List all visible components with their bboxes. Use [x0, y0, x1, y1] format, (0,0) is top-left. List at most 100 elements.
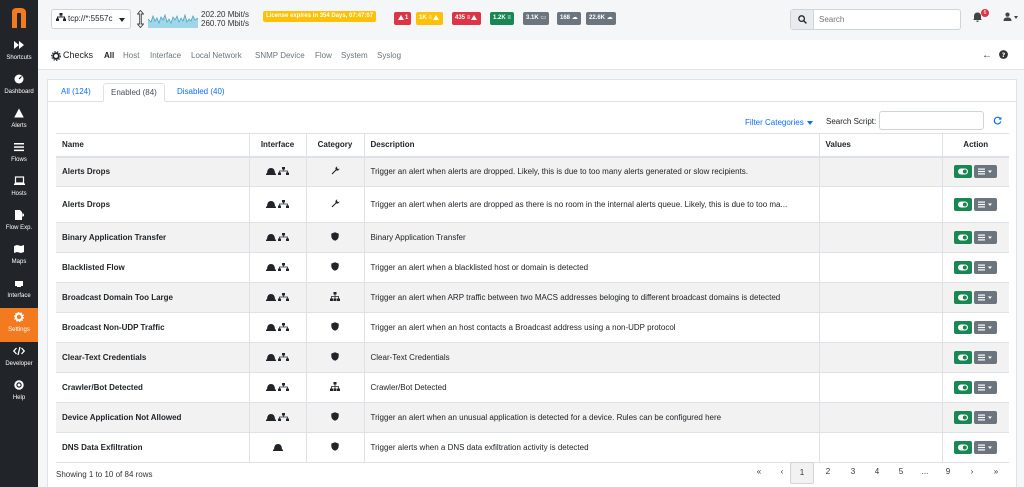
- check-description: Crawler/Bot Detected: [363, 372, 819, 403]
- check-name: Alerts Drops: [56, 156, 249, 187]
- action-menu-button[interactable]: [974, 231, 998, 244]
- pcap-interface-icon: [265, 323, 276, 333]
- flows-badge[interactable]: 1.2K ≡: [490, 12, 514, 25]
- sidebar-item-help[interactable]: Help: [0, 376, 38, 410]
- refresh-icon[interactable]: [993, 116, 1002, 127]
- traffic-rates: 202.20 Mbit/s 260.70 Mbit/s: [201, 10, 249, 28]
- filter-categories-dropdown[interactable]: Filter Categories: [745, 118, 813, 127]
- action-menu-button[interactable]: [974, 321, 998, 334]
- action-cell: [941, 156, 1009, 187]
- column-header-category[interactable]: Category: [305, 133, 364, 158]
- column-header-interface[interactable]: Interface: [248, 133, 306, 158]
- action-menu-button[interactable]: [974, 381, 998, 394]
- search-box: [790, 9, 961, 30]
- action-menu-button[interactable]: [974, 351, 998, 364]
- toggle-check-button[interactable]: [954, 441, 973, 454]
- shield-icon: [331, 322, 339, 333]
- sidebar-item-flow-exp[interactable]: Flow Exp.: [0, 206, 38, 240]
- tab-disabled[interactable]: Disabled (40): [170, 83, 232, 102]
- list-icon: [978, 444, 993, 451]
- nav-link-local-network[interactable]: Local Network: [191, 51, 242, 60]
- interface-cell: [248, 186, 306, 223]
- nav-link-snmp-device[interactable]: SNMP Device: [255, 51, 305, 60]
- sidebar-item-interface[interactable]: Interface: [0, 274, 38, 308]
- page-link[interactable]: 3: [842, 462, 864, 484]
- toggle-check-button[interactable]: [954, 321, 973, 334]
- sidebar-item-developer[interactable]: Developer: [0, 342, 38, 376]
- checks-card: All (124) Enabled (84) Disabled (40) Fil…: [47, 79, 1017, 487]
- hosts-badge[interactable]: 3.1K ▭: [523, 12, 550, 25]
- toggle-check-button[interactable]: [954, 291, 973, 304]
- column-header-description[interactable]: Description: [363, 133, 819, 158]
- action-menu-button[interactable]: [974, 198, 998, 211]
- alert-badge-error[interactable]: 435 ≡: [452, 12, 482, 25]
- check-values: [818, 312, 942, 343]
- page-link[interactable]: ‹: [772, 462, 792, 484]
- devices-badge[interactable]: 168 ☁: [557, 12, 581, 25]
- toggle-check-button[interactable]: [954, 261, 973, 274]
- search-button[interactable]: [791, 10, 814, 29]
- sidebar-item-settings[interactable]: Settings: [0, 308, 38, 342]
- network-icon: [56, 10, 66, 28]
- column-header-name[interactable]: Name: [56, 133, 249, 158]
- page-link[interactable]: 5: [890, 462, 912, 484]
- shield-icon: [331, 442, 339, 453]
- alert-badge-warning[interactable]: 1K ≡: [416, 12, 443, 25]
- page-link[interactable]: 4: [866, 462, 888, 484]
- nav-link-flow[interactable]: Flow: [315, 51, 332, 60]
- search-input[interactable]: [819, 13, 957, 26]
- warning-icon: [471, 14, 478, 20]
- search-script-input[interactable]: [879, 111, 984, 130]
- toggle-check-button[interactable]: [954, 231, 973, 244]
- nav-link-all[interactable]: All: [104, 51, 114, 60]
- action-menu-button[interactable]: [974, 441, 998, 454]
- alert-badge-engaged[interactable]: 1: [394, 12, 412, 25]
- traffic-badge[interactable]: 22.6K ☁: [586, 12, 616, 25]
- column-header-action[interactable]: Action: [941, 133, 1009, 158]
- chevron-down-icon: [806, 120, 813, 125]
- action-menu-button[interactable]: [974, 261, 998, 274]
- traffic-up: 202.20 Mbit/s: [201, 10, 250, 19]
- action-menu-button[interactable]: [974, 411, 998, 424]
- pcap-interface-icon: [265, 263, 276, 273]
- page-link[interactable]: 2: [817, 462, 839, 484]
- nav-link-system[interactable]: System: [341, 51, 368, 60]
- network-icon: [330, 382, 340, 393]
- sidebar-item-dashboard[interactable]: Dashboard: [0, 70, 38, 104]
- page-link[interactable]: »: [985, 462, 1007, 484]
- back-arrow-icon[interactable]: ←: [982, 50, 992, 61]
- interface-select[interactable]: tcp://*:5557c: [51, 9, 131, 29]
- action-menu-button[interactable]: [974, 291, 998, 304]
- page-link[interactable]: 9: [937, 462, 959, 484]
- tab-enabled[interactable]: Enabled (84): [103, 83, 165, 102]
- nav-link-interface[interactable]: Interface: [150, 51, 181, 60]
- user-icon[interactable]: [1003, 12, 1012, 23]
- network-interface-icon: [278, 199, 290, 210]
- page-link[interactable]: ...: [914, 462, 936, 484]
- nav-link-host[interactable]: Host: [123, 51, 139, 60]
- column-header-values[interactable]: Values: [818, 133, 942, 158]
- toggle-check-button[interactable]: [954, 165, 973, 179]
- sidebar-item-maps[interactable]: Maps: [0, 240, 38, 274]
- sidebar-item-alerts[interactable]: Alerts: [0, 104, 38, 138]
- ntopng-logo[interactable]: [0, 0, 38, 36]
- nav-link-syslog[interactable]: Syslog: [377, 51, 401, 60]
- page-link[interactable]: 1: [790, 462, 814, 484]
- page-link[interactable]: ›: [961, 462, 983, 484]
- toggle-check-button[interactable]: [954, 351, 973, 364]
- sidebar-item-shortcuts[interactable]: Shortcuts: [0, 36, 38, 70]
- pcap-interface-icon: [265, 167, 276, 177]
- chevron-down-icon[interactable]: [1014, 16, 1018, 19]
- license-badge[interactable]: License expires in 354 Days, 07:47:07: [263, 11, 377, 22]
- page-link[interactable]: «: [748, 462, 770, 484]
- tab-all[interactable]: All (124): [54, 83, 98, 102]
- toggle-check-button[interactable]: [954, 411, 973, 424]
- help-icon[interactable]: ?: [999, 50, 1008, 61]
- pcap-interface-icon: [272, 443, 283, 453]
- sidebar-item-hosts[interactable]: Hosts: [0, 172, 38, 206]
- gear-icon: [0, 312, 38, 326]
- action-menu-button[interactable]: [974, 165, 998, 179]
- sidebar-item-flows[interactable]: Flows: [0, 138, 38, 172]
- toggle-check-button[interactable]: [954, 198, 973, 211]
- toggle-check-button[interactable]: [954, 381, 973, 394]
